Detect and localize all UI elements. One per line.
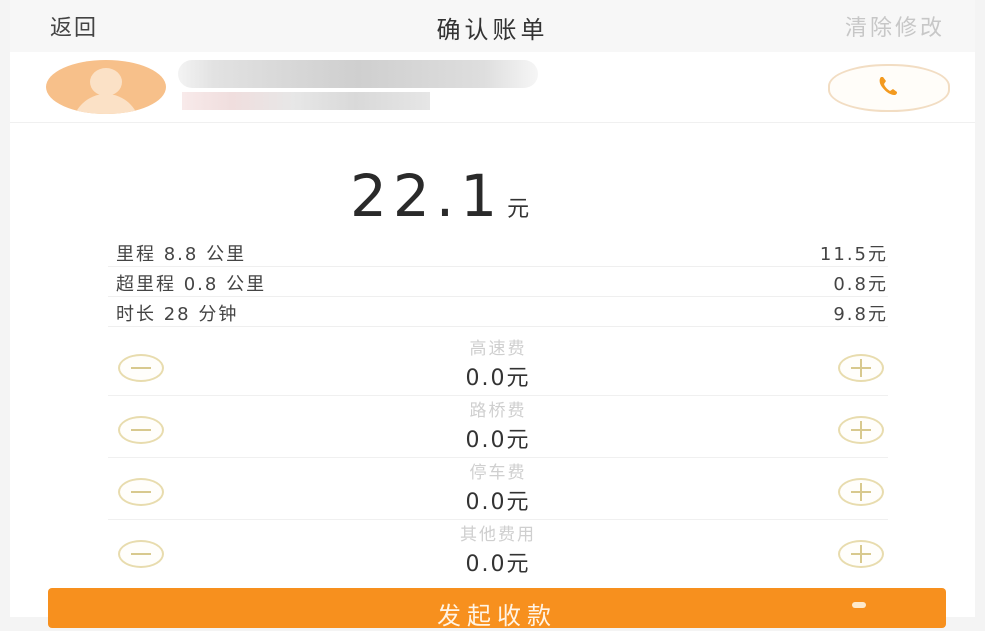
increase-button[interactable] <box>838 540 884 568</box>
top-bar: 返回 确认账单 清除修改 <box>10 0 975 52</box>
fee-name: 停车费 <box>469 463 527 483</box>
fee-value: 0.0元 <box>465 428 531 453</box>
breakdown-label: 时长 28 分钟 <box>116 304 239 325</box>
redacted-driver-details <box>182 92 430 110</box>
breakdown-row: 时长 28 分钟 9.8元 <box>108 297 888 327</box>
driver-info <box>10 52 975 123</box>
fee-value: 0.0元 <box>465 552 531 577</box>
fee-row-parking: 停车费 0.0元 <box>108 458 888 520</box>
breakdown-row: 超里程 0.8 公里 0.8元 <box>108 267 888 297</box>
collect-payment-button[interactable]: 发起收款 <box>48 588 946 630</box>
fee-name: 路桥费 <box>469 401 527 421</box>
breakdown-value: 0.8元 <box>833 274 888 295</box>
bill-panel: 22.1 元 里程 8.8 公里 11.5元 超里程 0.8 公里 0.8元 时长… <box>10 52 975 617</box>
clear-changes-button[interactable]: 清除修改 <box>845 10 945 42</box>
breakdown-row: 里程 8.8 公里 11.5元 <box>108 237 888 267</box>
avatar-shoulders <box>72 94 140 114</box>
fee-value: 0.0元 <box>465 366 531 391</box>
increase-button[interactable] <box>838 416 884 444</box>
fee-row-bridge: 路桥费 0.0元 <box>108 396 888 458</box>
page-title: 确认账单 <box>436 16 549 44</box>
fee-row-highway: 高速费 0.0元 <box>108 334 888 396</box>
total-value: 22.1 <box>350 162 504 230</box>
badge-icon <box>852 602 866 608</box>
plus-icon-stem <box>860 421 862 439</box>
total-unit: 元 <box>507 197 530 222</box>
fee-name: 其他费用 <box>460 525 536 545</box>
breakdown-value: 11.5元 <box>819 244 888 265</box>
fare-breakdown: 里程 8.8 公里 11.5元 超里程 0.8 公里 0.8元 时长 28 分钟… <box>108 237 888 327</box>
fee-value: 0.0元 <box>465 490 531 515</box>
phone-icon <box>879 77 897 95</box>
plus-icon-stem <box>860 359 862 377</box>
increase-button[interactable] <box>838 354 884 382</box>
collect-payment-label: 发起收款 <box>437 602 557 630</box>
avatar-head <box>90 68 122 96</box>
breakdown-label: 里程 8.8 公里 <box>116 244 247 265</box>
plus-icon-stem <box>860 545 862 563</box>
call-button[interactable] <box>828 64 950 112</box>
fee-name: 高速费 <box>469 339 527 359</box>
redacted-driver-name <box>178 60 538 88</box>
breakdown-label: 超里程 0.8 公里 <box>116 274 267 295</box>
total-amount: 22.1 元 <box>350 162 529 232</box>
fee-row-other: 其他费用 0.0元 <box>108 520 888 582</box>
user-avatar-icon <box>46 60 166 114</box>
increase-button[interactable] <box>838 478 884 506</box>
plus-icon-stem <box>860 483 862 501</box>
breakdown-value: 9.8元 <box>833 304 888 325</box>
